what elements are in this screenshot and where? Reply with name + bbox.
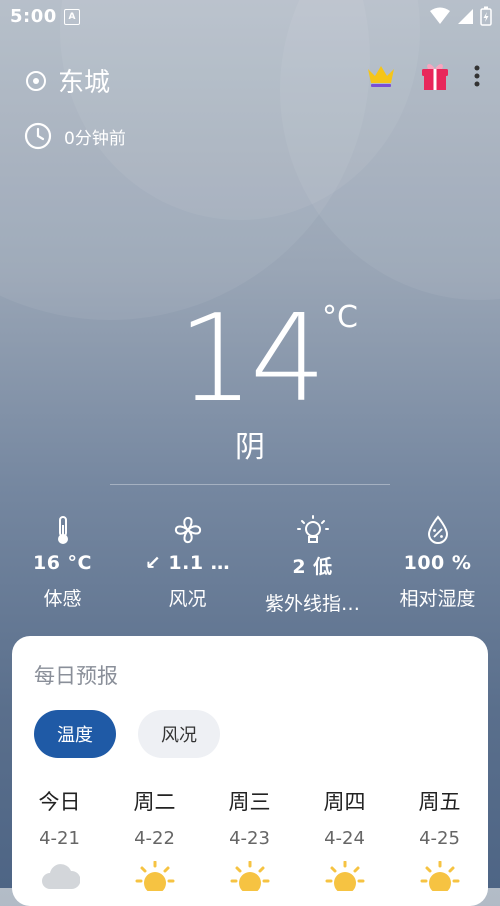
day-date: 4-23 <box>229 828 270 849</box>
day-name: 周四 <box>323 790 366 814</box>
wifi-icon <box>430 7 450 24</box>
metric-label: 相对湿度 <box>399 588 476 610</box>
temperature-unit: °C <box>322 300 358 335</box>
metric-value: 2 低 <box>292 556 333 578</box>
clock-icon <box>24 122 52 150</box>
metric-label: 紫外线指… <box>264 593 360 615</box>
metric-label: 体感 <box>43 588 82 610</box>
forecast-day[interactable]: 周三 4-23 <box>202 786 297 891</box>
metric-humidity: 100 % 相对湿度 <box>375 512 500 616</box>
thermometer-icon <box>57 516 68 544</box>
sun-icon <box>420 861 459 891</box>
notification-a-icon: A <box>64 9 80 25</box>
updated-row: 0分钟前 <box>24 122 126 150</box>
humidity-icon <box>427 515 448 544</box>
sun-icon <box>135 861 174 891</box>
day-name: 周五 <box>418 790 461 814</box>
metric-value: 16 °C <box>33 552 92 574</box>
forecast-day[interactable]: 周五 4-25 <box>392 786 487 891</box>
signal-icon <box>458 9 473 24</box>
location-target-icon <box>26 70 46 91</box>
day-name: 周二 <box>133 790 176 814</box>
divider <box>110 484 390 485</box>
battery-icon <box>480 6 492 26</box>
status-bar: 5:00 A <box>0 0 500 34</box>
metrics-row: 16 °C 体感 ↙ 1.1 … 风况 2 低 紫外线指… 100 % 相对湿度 <box>0 512 500 616</box>
crown-icon[interactable] <box>366 63 396 89</box>
header-actions <box>366 60 480 92</box>
tab-temperature[interactable]: 温度 <box>34 710 116 758</box>
day-name: 周三 <box>228 790 271 814</box>
metric-value: ↙ 1.1 … <box>144 552 231 574</box>
temperature-value: 14 <box>177 290 327 429</box>
cloud-icon <box>41 864 80 889</box>
day-name: 今日 <box>38 790 81 814</box>
metric-wind: ↙ 1.1 … 风况 <box>125 512 250 616</box>
more-vertical-icon[interactable] <box>474 64 480 88</box>
metric-label: 风况 <box>168 588 207 610</box>
forecast-days: 今日 4-21 周二 4-22 周三 4-23 周四 4-24 周五 4-25 <box>12 786 488 891</box>
metric-feels-like: 16 °C 体感 <box>0 512 125 616</box>
weather-condition: 阴 <box>235 430 265 465</box>
current-temperature: 14 <box>0 290 500 429</box>
gift-icon[interactable] <box>420 60 450 92</box>
day-date: 4-25 <box>419 828 460 849</box>
day-date: 4-24 <box>324 828 365 849</box>
day-date: 4-22 <box>134 828 175 849</box>
location-row[interactable]: 东城 <box>24 62 110 99</box>
location-title: 东城 <box>58 68 111 98</box>
updated-time: 0分钟前 <box>64 128 126 149</box>
sun-icon <box>325 861 364 891</box>
forecast-day[interactable]: 周二 4-22 <box>107 786 202 891</box>
bulb-icon <box>296 515 329 543</box>
status-icons <box>430 6 492 26</box>
metric-uv: 2 低 紫外线指… <box>250 512 375 616</box>
day-date: 4-21 <box>39 828 80 849</box>
sun-icon <box>230 861 269 891</box>
fan-icon <box>174 516 201 544</box>
metric-value: 100 % <box>403 552 472 574</box>
forecast-day[interactable]: 今日 4-21 <box>12 786 107 891</box>
tab-wind[interactable]: 风况 <box>138 710 220 758</box>
forecast-day[interactable]: 周四 4-24 <box>297 786 392 891</box>
card-title: 每日预报 <box>34 664 118 688</box>
daily-forecast-card: 每日预报 温度 风况 今日 4-21 周二 4-22 周三 4-23 周四 4-… <box>12 636 488 906</box>
forecast-tabs: 温度 风况 <box>34 710 220 758</box>
status-time: 5:00 <box>10 6 57 27</box>
